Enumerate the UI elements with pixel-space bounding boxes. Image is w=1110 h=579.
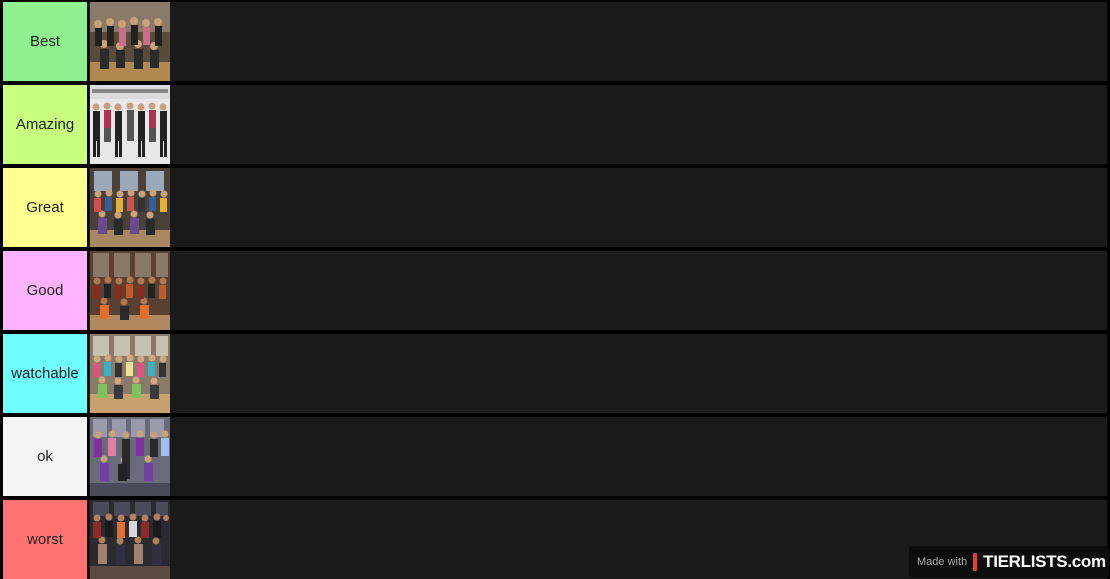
- tier-items-best[interactable]: [89, 2, 1107, 81]
- cast-photo[interactable]: [90, 334, 170, 413]
- made-with-label: Made with: [917, 556, 968, 568]
- tier-list: Best Amazing Great Good watchable ok wor…: [0, 0, 1110, 579]
- tier-label-best[interactable]: Best: [3, 2, 87, 81]
- tier-row-amazing: Amazing: [0, 83, 1110, 164]
- tierlists-logo-mark-icon: [973, 553, 978, 571]
- tier-row-watchable: watchable: [0, 332, 1110, 413]
- tier-row-great: Great: [0, 166, 1110, 247]
- tier-label-ok[interactable]: ok: [3, 417, 87, 496]
- cast-photo[interactable]: [90, 251, 170, 330]
- tier-row-ok: ok: [0, 415, 1110, 496]
- tier-items-ok[interactable]: [89, 417, 1107, 496]
- cast-photo[interactable]: [90, 2, 170, 81]
- tier-label-amazing[interactable]: Amazing: [3, 85, 87, 164]
- tier-items-great[interactable]: [89, 168, 1107, 247]
- tier-row-good: Good: [0, 249, 1110, 330]
- cast-photo[interactable]: [90, 417, 170, 496]
- tier-items-watchable[interactable]: [89, 334, 1107, 413]
- cast-photo[interactable]: [90, 500, 170, 579]
- tier-label-great[interactable]: Great: [3, 168, 87, 247]
- cast-photo[interactable]: [90, 168, 170, 247]
- tier-label-watchable[interactable]: watchable: [3, 334, 87, 413]
- tier-label-good[interactable]: Good: [3, 251, 87, 330]
- cast-photo[interactable]: [90, 85, 170, 164]
- tier-label-worst[interactable]: worst: [3, 500, 87, 579]
- tier-items-good[interactable]: [89, 251, 1107, 330]
- tier-items-amazing[interactable]: [89, 85, 1107, 164]
- tierlists-logo: TIERLISTS.com: [983, 552, 1106, 571]
- tier-row-best: Best: [0, 0, 1110, 81]
- made-with-tierlists-watermark[interactable]: Made with TIERLISTS.com: [909, 546, 1109, 578]
